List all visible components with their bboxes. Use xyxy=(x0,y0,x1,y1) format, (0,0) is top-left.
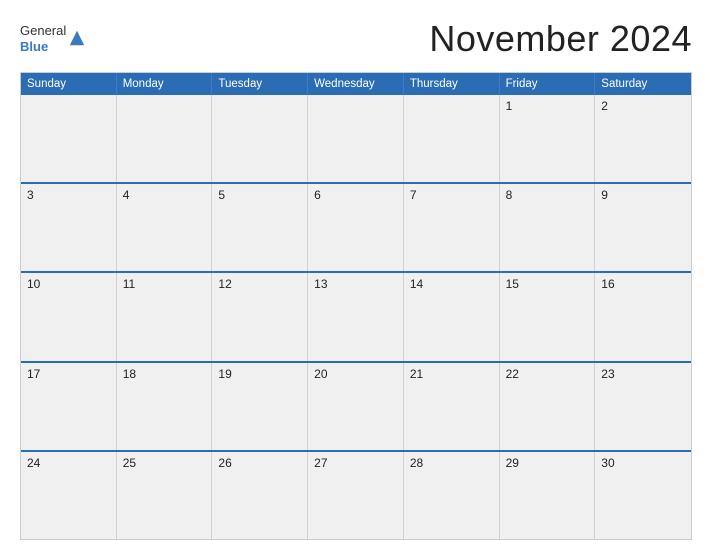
day-cell: 17 xyxy=(21,363,117,450)
day-cell xyxy=(117,95,213,182)
header-tuesday: Tuesday xyxy=(212,73,308,95)
day-cell: 21 xyxy=(404,363,500,450)
week-row-1: 1 2 xyxy=(21,95,691,182)
header-wednesday: Wednesday xyxy=(308,73,404,95)
day-cell: 26 xyxy=(212,452,308,539)
day-cell: 9 xyxy=(595,184,691,271)
day-cell: 22 xyxy=(500,363,596,450)
day-cell: 29 xyxy=(500,452,596,539)
day-headers: Sunday Monday Tuesday Wednesday Thursday… xyxy=(21,73,691,95)
week-row-3: 10 11 12 13 14 15 16 xyxy=(21,271,691,360)
header-sunday: Sunday xyxy=(21,73,117,95)
day-cell: 11 xyxy=(117,273,213,360)
header-saturday: Saturday xyxy=(595,73,691,95)
day-cell: 19 xyxy=(212,363,308,450)
day-cell: 12 xyxy=(212,273,308,360)
day-cell: 20 xyxy=(308,363,404,450)
month-title: November 2024 xyxy=(429,18,692,60)
logo-text: General Blue xyxy=(20,23,66,54)
header-monday: Monday xyxy=(117,73,213,95)
day-cell: 15 xyxy=(500,273,596,360)
day-cell xyxy=(308,95,404,182)
day-cell: 16 xyxy=(595,273,691,360)
day-cell: 10 xyxy=(21,273,117,360)
day-cell xyxy=(404,95,500,182)
day-cell: 5 xyxy=(212,184,308,271)
day-cell xyxy=(212,95,308,182)
header: General Blue November 2024 xyxy=(20,18,692,60)
day-cell xyxy=(21,95,117,182)
calendar: Sunday Monday Tuesday Wednesday Thursday… xyxy=(20,72,692,540)
day-cell: 8 xyxy=(500,184,596,271)
day-cell: 6 xyxy=(308,184,404,271)
day-cell: 1 xyxy=(500,95,596,182)
week-row-4: 17 18 19 20 21 22 23 xyxy=(21,361,691,450)
day-cell: 14 xyxy=(404,273,500,360)
header-friday: Friday xyxy=(500,73,596,95)
day-cell: 27 xyxy=(308,452,404,539)
day-cell: 13 xyxy=(308,273,404,360)
day-cell: 23 xyxy=(595,363,691,450)
week-row-5: 24 25 26 27 28 29 30 xyxy=(21,450,691,539)
header-thursday: Thursday xyxy=(404,73,500,95)
logo-blue: Blue xyxy=(20,39,66,55)
day-cell: 28 xyxy=(404,452,500,539)
day-cell: 2 xyxy=(595,95,691,182)
day-cell: 30 xyxy=(595,452,691,539)
day-cell: 24 xyxy=(21,452,117,539)
logo-general: General xyxy=(20,23,66,39)
day-cell: 25 xyxy=(117,452,213,539)
logo: General Blue xyxy=(20,23,86,54)
day-cell: 4 xyxy=(117,184,213,271)
weeks: 1 2 3 4 5 6 7 8 9 10 11 12 13 14 15 16 xyxy=(21,95,691,539)
week-row-2: 3 4 5 6 7 8 9 xyxy=(21,182,691,271)
day-cell: 3 xyxy=(21,184,117,271)
day-cell: 18 xyxy=(117,363,213,450)
day-cell: 7 xyxy=(404,184,500,271)
calendar-page: General Blue November 2024 Sunday Monday… xyxy=(0,0,712,550)
logo-icon xyxy=(68,29,86,47)
